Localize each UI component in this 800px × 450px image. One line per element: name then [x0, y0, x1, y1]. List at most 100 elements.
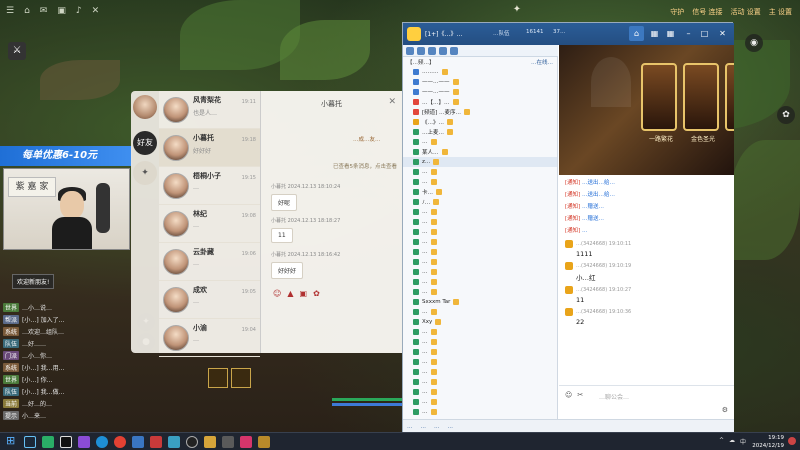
app-icon[interactable] [168, 436, 180, 448]
footer-item[interactable]: … [448, 424, 454, 430]
guild-emblem-icon[interactable]: ✦ [508, 4, 526, 18]
settings-icon[interactable]: ⚙ [722, 406, 728, 414]
member-row[interactable]: 《…》… [403, 117, 557, 127]
message-sender[interactable]: …(3424668) 19:10:11 [576, 241, 631, 247]
bag-icon[interactable]: ▣ [57, 6, 66, 16]
game-client-icon[interactable] [258, 436, 270, 448]
image-icon[interactable]: ▣ [300, 289, 308, 298]
message-sender[interactable]: …(3424668) 19:10:19 [576, 263, 631, 269]
member-row[interactable]: … [403, 337, 557, 347]
chat-input[interactable]: …聊公会… [599, 392, 629, 401]
wechat-icon[interactable] [42, 436, 54, 448]
hud-status[interactable]: 信号 连接 [692, 7, 722, 17]
gift-card[interactable]: 金色圣光 [683, 63, 719, 143]
skill-slot[interactable] [208, 368, 228, 388]
emoji-icon[interactable]: ☺ [273, 289, 281, 298]
app-icon[interactable] [204, 436, 216, 448]
minimize-icon[interactable]: – [681, 26, 696, 41]
game-icon[interactable] [78, 436, 90, 448]
member-row[interactable]: … [403, 377, 557, 387]
hud-status[interactable]: 活动 设置 [731, 7, 761, 17]
game-logo-icon[interactable]: ⚔ [8, 42, 26, 60]
scissors-icon[interactable]: ✂ [577, 391, 583, 399]
member-row[interactable]: … [403, 167, 557, 177]
member-row[interactable]: … [403, 347, 557, 357]
promo-banner[interactable]: 一路繁花 金色圣光 … [559, 45, 734, 175]
gift-card[interactable]: 一路繁花 [641, 63, 677, 143]
member-row[interactable]: [频道] …麦序… [403, 107, 557, 117]
chrome-icon[interactable] [114, 436, 126, 448]
gift-card[interactable]: … [725, 63, 734, 131]
notification-icon[interactable] [788, 437, 796, 445]
footer-item[interactable]: … [421, 424, 427, 430]
maximize-icon[interactable]: □ [697, 26, 712, 41]
close-icon[interactable]: ✕ [388, 97, 396, 107]
member-row[interactable]: … [403, 277, 557, 287]
member-row[interactable]: … [403, 287, 557, 297]
member-row[interactable]: … [403, 237, 557, 247]
member-row[interactable]: … [403, 357, 557, 367]
camera-icon[interactable]: ◉ [745, 34, 763, 52]
start-icon[interactable]: ⊞ [6, 434, 15, 447]
qq-icon[interactable] [60, 436, 72, 448]
contact-item[interactable]: 小暮托 好好好 19:18 [159, 129, 260, 167]
online-link[interactable]: …在线… [531, 58, 553, 66]
member-row[interactable]: … [403, 387, 557, 397]
member-row[interactable]: Sxxxm Tar [403, 297, 557, 307]
music-icon[interactable]: ♪ [76, 6, 82, 16]
member-row[interactable]: … [403, 227, 557, 237]
contact-item[interactable]: 成欢… 19:05 [159, 281, 260, 319]
mail-icon[interactable]: ✉ [40, 6, 48, 16]
member-row[interactable]: … [403, 407, 557, 417]
contact-item[interactable]: 风青梨花 也是人… 19:11 [159, 91, 260, 129]
footer-item[interactable]: … [407, 424, 413, 430]
steam-icon[interactable] [24, 436, 36, 448]
hud-status[interactable]: 主 设置 [769, 7, 792, 17]
hud-status[interactable]: 守护 [670, 7, 684, 17]
contact-item[interactable]: 梧桐小子… 19:15 [159, 167, 260, 205]
tab-friends[interactable]: 好友 [133, 131, 157, 155]
fan-icon[interactable]: ✿ [777, 106, 795, 124]
contact-item[interactable]: 云卦藏… 19:06 [159, 243, 260, 281]
close-icon[interactable]: ✕ [715, 26, 730, 41]
skill-slot[interactable] [231, 368, 251, 388]
member-row[interactable]: … [403, 247, 557, 257]
flower-icon[interactable]: ✿ [313, 289, 320, 298]
warning-icon[interactable]: ▲ [287, 289, 293, 298]
emoji-icon[interactable]: ☺ [565, 391, 572, 399]
member-row[interactable]: … [403, 257, 557, 267]
member-row[interactable]: … [403, 327, 557, 337]
member-row[interactable]: … [403, 177, 557, 187]
member-row[interactable]: z… [403, 157, 557, 167]
member-row[interactable]: … [403, 397, 557, 407]
share-icon[interactable] [450, 47, 458, 55]
menu-icon[interactable]: ☰ [6, 6, 14, 16]
member-row[interactable]: ——…—— [403, 87, 557, 97]
member-row[interactable]: … [403, 267, 557, 277]
message-sender[interactable]: …(3424668) 19:10:27 [576, 287, 631, 293]
mic-icon[interactable] [406, 47, 414, 55]
app-icon[interactable] [150, 436, 162, 448]
app-icon[interactable]: ▦ [663, 26, 678, 41]
speaker-icon[interactable] [417, 47, 425, 55]
member-row[interactable]: …【…】… [403, 97, 557, 107]
member-row[interactable]: 卡… [403, 187, 557, 197]
member-row[interactable]: … [403, 367, 557, 377]
clock[interactable]: 19:19 2024/12/19 [752, 434, 784, 450]
map-icon[interactable]: ⌂ [24, 6, 30, 16]
home-icon[interactable]: ⌂ [629, 26, 644, 41]
member-row[interactable]: 某人… [403, 147, 557, 157]
app-icon[interactable] [132, 436, 144, 448]
app-icon[interactable] [240, 436, 252, 448]
mute-icon[interactable]: ✕ [92, 6, 100, 16]
member-row[interactable]: ……… [403, 67, 557, 77]
ime-indicator[interactable]: 中 [740, 437, 746, 446]
app-icon[interactable]: ▦ [647, 26, 662, 41]
cloud-icon[interactable]: ☁ [729, 437, 735, 446]
app-icon[interactable] [222, 436, 234, 448]
tray-expand-icon[interactable]: ^ [719, 437, 724, 446]
member-row[interactable]: ﾉ… [403, 197, 557, 207]
member-row[interactable]: … [403, 217, 557, 227]
record-icon[interactable] [439, 47, 447, 55]
unread-note[interactable]: 已查看5条消息，点击查看 [333, 162, 397, 170]
